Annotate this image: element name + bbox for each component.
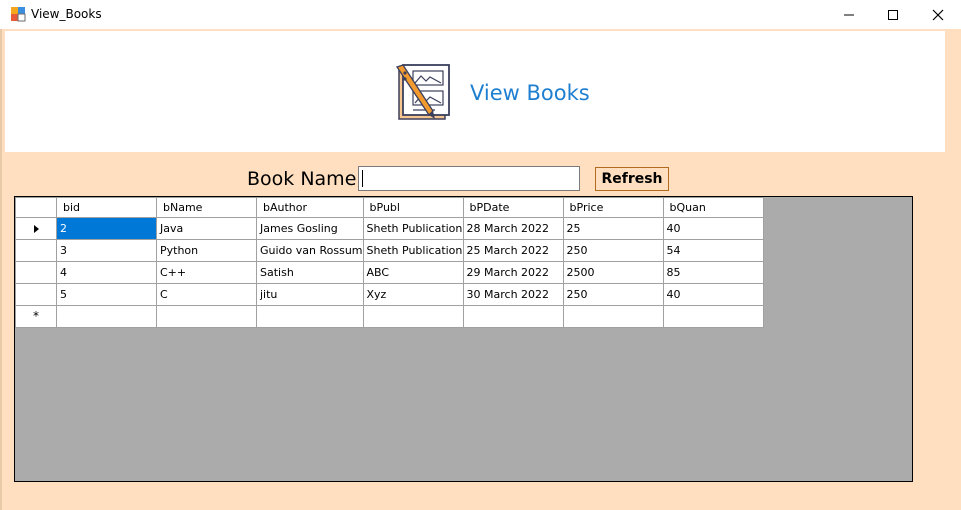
table-cell[interactable]: C xyxy=(156,283,257,306)
form-icon xyxy=(11,7,26,22)
table-cell[interactable]: 2 xyxy=(56,217,157,240)
book-name-input[interactable] xyxy=(358,166,580,191)
table-cell[interactable]: Python xyxy=(156,239,257,262)
column-header[interactable]: bid xyxy=(56,197,157,218)
refresh-button[interactable]: Refresh xyxy=(595,167,669,191)
table-cell[interactable]: 85 xyxy=(662,261,764,284)
table-row[interactable]: 2 Java James Gosling Sheth Publication 2… xyxy=(15,217,764,240)
table-row[interactable]: 5 C jitu Xyz 30 March 2022 250 40 xyxy=(15,283,764,306)
minimize-icon xyxy=(844,14,854,15)
title-bar: View_Books xyxy=(0,0,961,29)
row-header[interactable] xyxy=(15,261,57,284)
table-cell[interactable]: James Gosling xyxy=(256,217,364,240)
table-cell[interactable]: 40 xyxy=(662,217,764,240)
table-cell[interactable]: 54 xyxy=(662,239,764,262)
table-cell[interactable]: Java xyxy=(156,217,257,240)
table-cell[interactable]: 25 March 2022 xyxy=(462,239,564,262)
table-cell[interactable] xyxy=(662,305,764,328)
column-header[interactable]: bName xyxy=(156,197,257,218)
table-cell[interactable]: 28 March 2022 xyxy=(462,217,564,240)
column-header[interactable]: bQuan xyxy=(662,197,764,218)
header-panel: View Books xyxy=(5,31,945,152)
column-header[interactable]: bPubl xyxy=(362,197,464,218)
maximize-icon xyxy=(888,9,898,20)
table-cell[interactable]: 25 xyxy=(562,217,664,240)
column-header[interactable]: bPDate xyxy=(462,197,564,218)
row-header[interactable] xyxy=(15,239,57,262)
corner-header xyxy=(15,197,57,218)
table-cell[interactable]: Satish xyxy=(256,261,364,284)
table-cell[interactable] xyxy=(462,305,564,328)
table-cell[interactable]: 250 xyxy=(562,283,664,306)
page-title: View Books xyxy=(470,81,590,105)
close-button[interactable] xyxy=(915,0,961,29)
table-cell[interactable]: C++ xyxy=(156,261,257,284)
table-cell[interactable]: 250 xyxy=(562,239,664,262)
row-header[interactable] xyxy=(15,217,57,240)
table-cell[interactable]: Guido van Rossum xyxy=(256,239,364,262)
table-cell[interactable]: 2500 xyxy=(562,261,664,284)
books-icon xyxy=(395,64,450,120)
table-cell[interactable]: 5 xyxy=(56,283,157,306)
table-cell[interactable]: 40 xyxy=(662,283,764,306)
current-row-arrow-icon xyxy=(33,225,39,233)
text-cursor xyxy=(362,170,363,187)
table-cell[interactable]: 3 xyxy=(56,239,157,262)
table-cell[interactable]: Sheth Publication xyxy=(362,239,464,262)
row-header[interactable] xyxy=(15,283,57,306)
table-cell[interactable] xyxy=(56,305,157,328)
new-row[interactable]: * xyxy=(15,305,764,328)
row-header[interactable]: * xyxy=(15,305,57,328)
table-cell[interactable]: Xyz xyxy=(362,283,464,306)
books-table: bid bName bAuthor bPubl bPDate bPrice bQ… xyxy=(15,197,764,328)
table-cell[interactable]: 30 March 2022 xyxy=(462,283,564,306)
table-cell[interactable]: 29 March 2022 xyxy=(462,261,564,284)
maximize-button[interactable] xyxy=(870,0,916,29)
column-header[interactable]: bPrice xyxy=(562,197,664,218)
table-row[interactable]: 3 Python Guido van Rossum Sheth Publicat… xyxy=(15,239,764,262)
minimize-button[interactable] xyxy=(826,0,872,29)
book-name-label: Book Name xyxy=(247,168,357,190)
table-cell[interactable]: Sheth Publication xyxy=(362,217,464,240)
table-cell[interactable] xyxy=(362,305,464,328)
books-data-grid[interactable]: bid bName bAuthor bPubl bPDate bPrice bQ… xyxy=(14,196,913,482)
table-cell[interactable] xyxy=(256,305,364,328)
window-border xyxy=(0,29,2,510)
table-cell[interactable]: ABC xyxy=(362,261,464,284)
window-title: View_Books xyxy=(31,7,102,21)
close-icon xyxy=(932,9,944,20)
table-cell[interactable] xyxy=(156,305,257,328)
header-row: bid bName bAuthor bPubl bPDate bPrice bQ… xyxy=(15,197,764,218)
new-row-marker: * xyxy=(33,309,39,323)
table-row[interactable]: 4 C++ Satish ABC 29 March 2022 2500 85 xyxy=(15,261,764,284)
table-cell[interactable]: jitu xyxy=(256,283,364,306)
table-cell[interactable] xyxy=(562,305,664,328)
column-header[interactable]: bAuthor xyxy=(256,197,364,218)
table-cell[interactable]: 4 xyxy=(56,261,157,284)
